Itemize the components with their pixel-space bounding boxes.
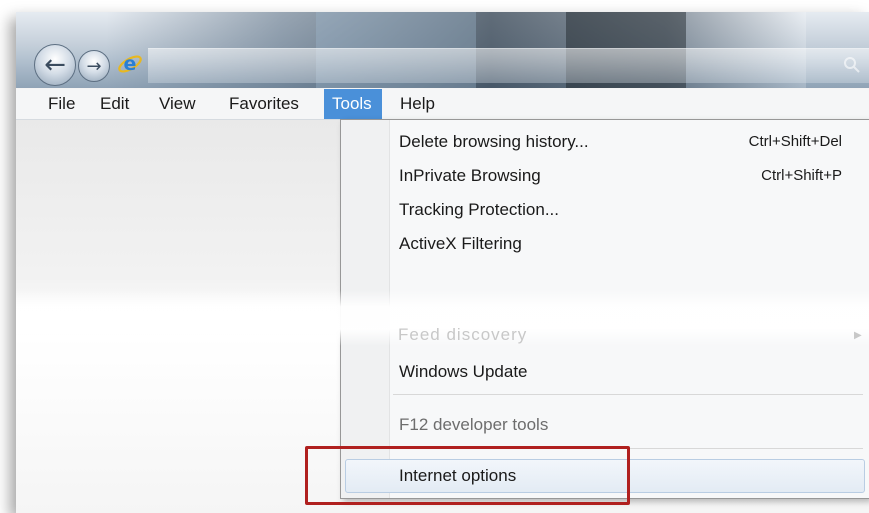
menu-separator (393, 394, 863, 395)
menu-bar: File Edit View Favorites Tools Help (16, 89, 869, 120)
menu-file[interactable]: File (40, 89, 83, 119)
back-arrow-icon: ← (44, 50, 66, 80)
menu-item-label: F12 developer tools (399, 415, 549, 434)
forward-button[interactable]: → (78, 50, 110, 82)
menu-item-feed-discovery[interactable]: Feed discovery (398, 325, 527, 345)
menu-item-label: InPrivate Browsing (399, 166, 541, 185)
internet-explorer-logo-icon: e (118, 53, 142, 75)
submenu-arrow-icon: ▶ (854, 330, 862, 341)
menu-item-shortcut: Ctrl+Shift+Del (748, 133, 842, 150)
address-bar[interactable] (148, 48, 869, 83)
menu-view[interactable]: View (151, 89, 204, 119)
menu-item-label: Tracking Protection... (399, 200, 559, 219)
navigation-bar: ← → e (16, 12, 869, 88)
menu-item-f12-developer-tools[interactable]: F12 developer tools (341, 408, 869, 442)
menu-item-tracking-protection[interactable]: Tracking Protection... (341, 193, 869, 227)
back-button[interactable]: ← (34, 44, 76, 86)
menu-item-windows-update[interactable]: Windows Update (341, 355, 869, 389)
menu-item-inprivate-browsing[interactable]: InPrivate Browsing Ctrl+Shift+P (341, 159, 869, 193)
menu-item-label: ActiveX Filtering (399, 234, 522, 253)
forward-arrow-icon: → (86, 55, 102, 77)
search-icon[interactable] (843, 56, 861, 74)
menu-item-delete-browsing-history[interactable]: Delete browsing history... Ctrl+Shift+De… (341, 125, 869, 159)
annotation-highlight-box (305, 446, 630, 505)
menu-tools[interactable]: Tools (324, 89, 382, 119)
menu-item-shortcut: Ctrl+Shift+P (761, 167, 842, 184)
svg-text:e: e (124, 53, 137, 75)
menu-help[interactable]: Help (392, 89, 443, 119)
menu-edit[interactable]: Edit (92, 89, 137, 119)
menu-favorites[interactable]: Favorites (221, 89, 307, 119)
browser-window: ← → e File Edit View Favorites Tools Hel… (16, 12, 869, 513)
menu-item-label: Windows Update (399, 362, 528, 381)
menu-item-label: Delete browsing history... (399, 132, 589, 151)
menu-item-activex-filtering[interactable]: ActiveX Filtering (341, 227, 869, 261)
